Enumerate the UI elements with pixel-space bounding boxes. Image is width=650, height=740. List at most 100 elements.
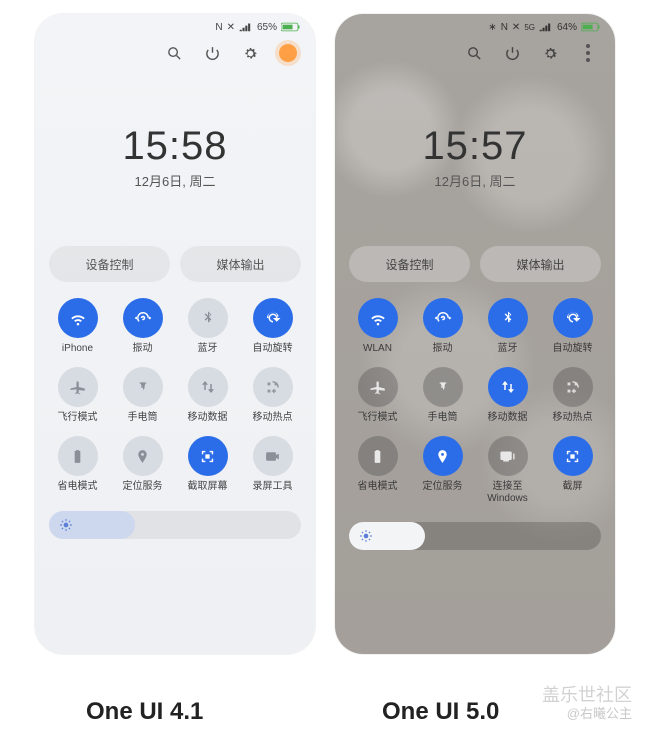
qs-tile-rotate[interactable]: 自动旋转 [540, 298, 605, 355]
mute-icon: ✕ [512, 22, 520, 33]
qs-tile-battery[interactable]: 省电模式 [345, 436, 410, 504]
bluetooth-icon [488, 298, 528, 338]
qs-tile-label: 移动热点 [253, 412, 293, 424]
qs-tile-capture[interactable]: 截屏 [540, 436, 605, 504]
sun-icon [59, 518, 73, 532]
date-text: 12月6日, 周二 [335, 171, 615, 190]
bluetooth-icon [188, 298, 228, 338]
qs-tile-location[interactable]: 定位服务 [410, 436, 475, 504]
capture-icon [553, 436, 593, 476]
qs-tile-vibrate[interactable]: 振动 [110, 298, 175, 355]
qs-tile-wifi[interactable]: iPhone [45, 298, 110, 355]
qs-tile-label: 飞行模式 [58, 412, 98, 424]
watermark-line2: @右曦公主 [542, 706, 632, 722]
clock-block: 15:58 12月6日, 周二 [35, 124, 315, 190]
qs-tile-label: 截取屏幕 [188, 481, 228, 493]
flash-icon [423, 367, 463, 407]
control-pills: 设备控制 媒体输出 [35, 246, 315, 282]
location-icon [423, 436, 463, 476]
qs-tile-label: 省电模式 [358, 481, 398, 493]
data-icon [188, 367, 228, 407]
clock-block: 15:57 12月6日, 周二 [335, 124, 615, 190]
qs-tile-label: 移动热点 [553, 412, 593, 424]
qs-tile-wifi[interactable]: WLAN [345, 298, 410, 355]
qs-tile-battery[interactable]: 省电模式 [45, 436, 110, 493]
brightness-slider[interactable] [49, 511, 301, 539]
vibrate-icon [123, 298, 163, 338]
qs-tile-label: 自动旋转 [253, 343, 293, 355]
qs-tile-capture[interactable]: 截取屏幕 [175, 436, 240, 493]
search-icon[interactable] [165, 44, 183, 62]
qs-tile-label: 移动数据 [488, 412, 528, 424]
status-bar: N ✕ 65% [35, 14, 315, 36]
caption-right: One UI 5.0 [382, 698, 499, 726]
capture-icon [188, 436, 228, 476]
comparison-stage: N ✕ 65% 15:58 12月6日, 周二 设备控制 媒体输出 iPhone… [0, 0, 650, 654]
mute-icon: ✕ [227, 22, 235, 33]
sun-icon [359, 529, 373, 543]
qs-tile-link[interactable]: 连接至 Windows [475, 436, 540, 504]
qs-tile-label: WLAN [363, 343, 392, 355]
qs-tile-label: 移动数据 [188, 412, 228, 424]
gear-icon[interactable] [541, 44, 559, 62]
brightness-slider[interactable] [349, 522, 601, 550]
qs-tile-airplane[interactable]: 飞行模式 [345, 367, 410, 424]
qs-tile-label: 振动 [133, 343, 153, 355]
nfc-icon: N [501, 22, 508, 33]
nfc-icon: N [215, 22, 222, 33]
power-icon[interactable] [503, 44, 521, 62]
power-icon[interactable] [203, 44, 221, 62]
hotspot-icon [253, 367, 293, 407]
qs-top-row [335, 36, 615, 62]
qs-tile-hotspot[interactable]: 移动热点 [240, 367, 305, 424]
qs-tile-label: 定位服务 [123, 481, 163, 493]
qs-tile-label: 定位服务 [423, 481, 463, 493]
search-icon[interactable] [465, 44, 483, 62]
qs-tile-bluetooth[interactable]: 蓝牙 [175, 298, 240, 355]
wifi-icon [58, 298, 98, 338]
watermark: 盖乐世社区 @右曦公主 [542, 685, 632, 722]
battery-icon [358, 436, 398, 476]
battery-icon [581, 22, 601, 32]
notif-dot-icon[interactable] [279, 44, 297, 62]
media-output-button[interactable]: 媒体输出 [480, 246, 601, 282]
qs-tile-label: 自动旋转 [553, 343, 593, 355]
qs-tile-flash[interactable]: 手电筒 [110, 367, 175, 424]
qs-grid: WLAN 振动 蓝牙 自动旋转飞行模式手电筒 移动数据 移动热点省电模式 定位服务连接至 W… [335, 282, 615, 504]
watermark-line1: 盖乐世社区 [542, 685, 632, 707]
qs-tile-flash[interactable]: 手电筒 [410, 367, 475, 424]
data-icon [488, 367, 528, 407]
qs-tile-data[interactable]: 移动数据 [175, 367, 240, 424]
date-text: 12月6日, 周二 [35, 171, 315, 190]
phone-oneui41: N ✕ 65% 15:58 12月6日, 周二 设备控制 媒体输出 iPhone… [35, 14, 315, 654]
qs-tile-record[interactable]: 录屏工具 [240, 436, 305, 493]
time-text: 15:57 [335, 124, 615, 169]
qs-tile-rotate[interactable]: 自动旋转 [240, 298, 305, 355]
battery-pct: 65% [257, 22, 277, 33]
media-output-button[interactable]: 媒体输出 [180, 246, 301, 282]
wifi-signal-icon [239, 22, 253, 32]
qs-tile-label: 蓝牙 [498, 343, 518, 355]
qs-grid: iPhone 振动 蓝牙 自动旋转飞行模式手电筒移动数据 移动热点省电模式定位服务 截取屏… [35, 282, 315, 493]
qs-tile-bluetooth[interactable]: 蓝牙 [475, 298, 540, 355]
qs-tile-label: 录屏工具 [253, 481, 293, 493]
qs-tile-label: 振动 [433, 343, 453, 355]
rotate-icon [553, 298, 593, 338]
device-control-button[interactable]: 设备控制 [349, 246, 470, 282]
control-pills: 设备控制 媒体输出 [335, 246, 615, 282]
qs-tile-label: 蓝牙 [198, 343, 218, 355]
device-control-button[interactable]: 设备控制 [49, 246, 170, 282]
battery-icon [58, 436, 98, 476]
qs-tile-label: 截屏 [563, 481, 583, 493]
qs-tile-label: 手电筒 [428, 412, 458, 424]
rotate-icon [253, 298, 293, 338]
qs-tile-vibrate[interactable]: 振动 [410, 298, 475, 355]
more-icon[interactable] [579, 44, 597, 62]
qs-tile-hotspot[interactable]: 移动热点 [540, 367, 605, 424]
qs-tile-data[interactable]: 移动数据 [475, 367, 540, 424]
gear-icon[interactable] [241, 44, 259, 62]
net-label: 5G [524, 23, 535, 32]
vibrate-icon [423, 298, 463, 338]
qs-tile-location[interactable]: 定位服务 [110, 436, 175, 493]
qs-tile-airplane[interactable]: 飞行模式 [45, 367, 110, 424]
